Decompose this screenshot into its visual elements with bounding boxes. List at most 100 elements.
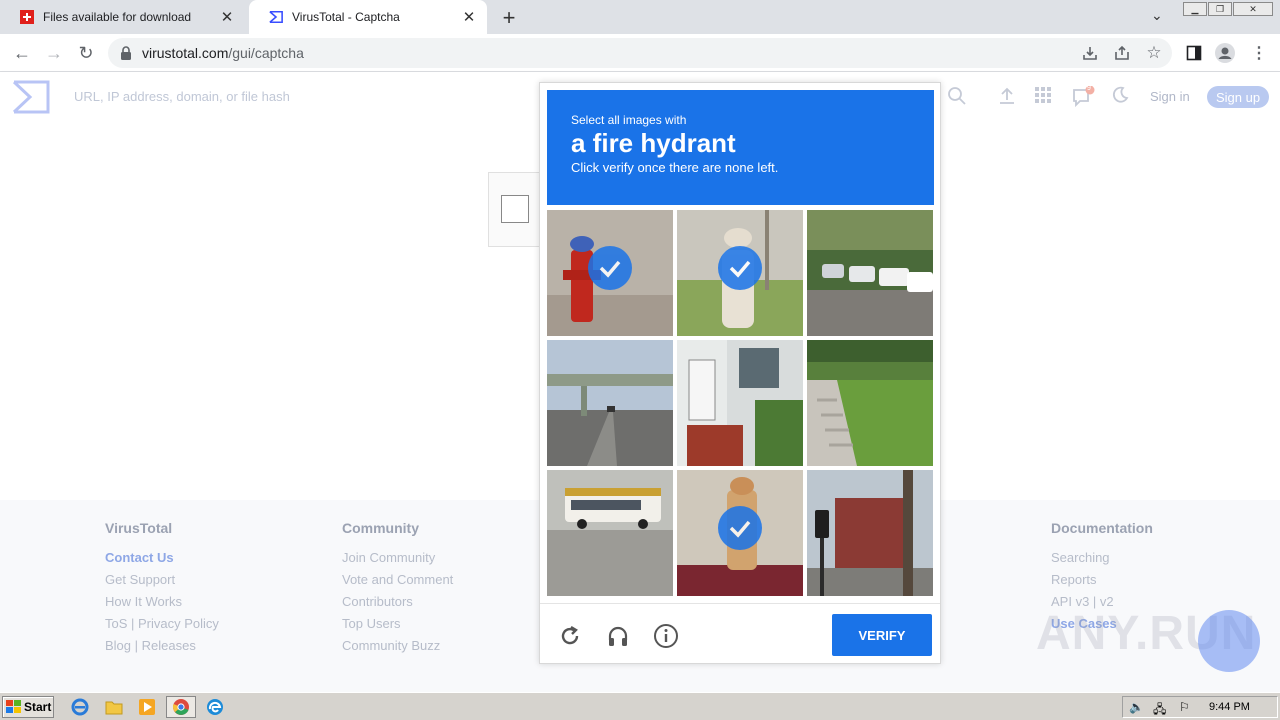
footer-heading: Community <box>342 520 419 536</box>
footer-column-virustotal: VirusTotal Contact Us Get Support How It… <box>105 520 219 660</box>
network-icon[interactable]: 🖧 <box>1153 700 1166 720</box>
footer-link-contributors[interactable]: Contributors <box>342 594 453 616</box>
browser-toolbar: ← → ↻ virustotal.com/gui/captcha ☆ ⋮ <box>0 34 1280 72</box>
url-host: virustotal.com <box>142 45 229 61</box>
footer-link-community-buzz[interactable]: Community Buzz <box>342 638 453 660</box>
footer-column-community: Community Join Community Vote and Commen… <box>342 520 453 660</box>
captcha-tile-3[interactable] <box>807 210 933 336</box>
tile-image <box>547 340 673 466</box>
media-player-icon[interactable] <box>136 697 158 717</box>
footer-heading: VirusTotal <box>105 520 173 536</box>
profile-avatar-icon[interactable] <box>1214 42 1236 64</box>
close-window-button[interactable]: ✕ <box>1233 2 1273 16</box>
share-icon[interactable] <box>1111 42 1133 64</box>
new-tab-button[interactable]: + <box>498 5 520 31</box>
menu-kebab-icon[interactable]: ⋮ <box>1248 42 1270 64</box>
swiss-flag-icon <box>20 10 34 24</box>
tile-image <box>547 470 673 596</box>
dark-mode-moon-icon[interactable] <box>1111 86 1129 109</box>
footer-link-contact-us[interactable]: Contact Us <box>105 550 219 572</box>
captcha-challenge: Select all images with a fire hydrant Cl… <box>539 82 941 664</box>
forward-arrow-icon[interactable]: → <box>42 41 66 65</box>
refresh-icon[interactable] <box>557 623 583 649</box>
apps-grid-icon[interactable] <box>1034 86 1052 109</box>
captcha-prompt: Select all images with a fire hydrant Cl… <box>547 90 934 205</box>
prompt-post: Click verify once there are none left. <box>571 160 779 175</box>
chrome-icon <box>173 699 189 715</box>
captcha-tile-6[interactable] <box>807 340 933 466</box>
edge-icon[interactable] <box>204 697 226 717</box>
footer-link-blog-releases[interactable]: Blog | Releases <box>105 638 219 660</box>
captcha-footer: VERIFY <box>540 603 940 665</box>
action-center-flag-icon[interactable]: ⚐ <box>1179 700 1190 714</box>
virustotal-logo-icon <box>269 10 283 24</box>
prompt-pre: Select all images with <box>571 113 687 127</box>
windows-taskbar: Start 🔈 🖧 ⚐ 9:44 PM <box>0 692 1280 720</box>
captcha-tile-2[interactable] <box>677 210 803 336</box>
verify-button[interactable]: VERIFY <box>832 614 932 656</box>
virustotal-logo-icon[interactable] <box>12 80 50 119</box>
tab-strip: Files available for download ✕ VirusTota… <box>0 0 1280 34</box>
upload-icon[interactable] <box>997 86 1017 111</box>
taskbar-clock: 9:44 PM <box>1209 701 1250 713</box>
file-explorer-folder-icon[interactable] <box>103 697 125 717</box>
tile-image <box>677 340 803 466</box>
footer-link-how-it-works[interactable]: How It Works <box>105 594 219 616</box>
footer-link-join-community[interactable]: Join Community <box>342 550 453 572</box>
address-bar[interactable]: virustotal.com/gui/captcha <box>108 38 1172 68</box>
captcha-tile-7[interactable] <box>547 470 673 596</box>
restore-button[interactable]: ❐ <box>1208 2 1232 16</box>
back-arrow-icon[interactable]: ← <box>10 41 34 65</box>
footer-link-vote-comment[interactable]: Vote and Comment <box>342 572 453 594</box>
sign-in-link[interactable]: Sign in <box>1150 89 1190 104</box>
prompt-target: a fire hydrant <box>571 128 736 158</box>
chrome-taskbar-button[interactable] <box>166 696 196 718</box>
captcha-tile-9[interactable] <box>807 470 933 596</box>
footer-link-top-users[interactable]: Top Users <box>342 616 453 638</box>
tab-close-icon[interactable]: ✕ <box>461 8 477 26</box>
tab-title: Files available for download <box>43 10 192 24</box>
tab-close-icon[interactable]: ✕ <box>219 8 235 26</box>
footer-heading: Documentation <box>1051 520 1153 536</box>
notification-count-badge: 9 <box>1087 85 1091 92</box>
footer-link-tos-privacy[interactable]: ToS | Privacy Policy <box>105 616 219 638</box>
tab-title: VirusTotal - Captcha <box>292 10 400 24</box>
internet-explorer-icon[interactable] <box>69 697 91 717</box>
reload-icon[interactable]: ↻ <box>74 41 98 65</box>
minimize-button[interactable]: ▁ <box>1183 2 1207 16</box>
tab-files-download[interactable]: Files available for download ✕ <box>0 0 245 34</box>
lock-icon <box>120 45 136 61</box>
start-label: Start <box>24 700 52 714</box>
footer-link-get-support[interactable]: Get Support <box>105 572 219 594</box>
audio-headphones-icon[interactable] <box>605 623 631 649</box>
start-button[interactable]: Start <box>2 696 54 718</box>
notifications-chat-icon[interactable]: 9 <box>1072 85 1096 113</box>
selected-check-icon <box>718 506 762 550</box>
captcha-tile-1[interactable] <box>547 210 673 336</box>
selected-check-icon <box>588 246 632 290</box>
captcha-tile-8[interactable] <box>677 470 803 596</box>
search-icon[interactable] <box>947 86 967 111</box>
footer-link-searching[interactable]: Searching <box>1051 550 1153 572</box>
search-input[interactable]: URL, IP address, domain, or file hash <box>74 89 290 104</box>
tab-search-chevron-icon[interactable]: ⌄ <box>1151 7 1163 24</box>
sign-up-button[interactable]: Sign up <box>1207 86 1269 108</box>
info-icon[interactable] <box>653 623 679 649</box>
footer-link-reports[interactable]: Reports <box>1051 572 1153 594</box>
side-panel-icon[interactable] <box>1183 42 1205 64</box>
windows-logo-icon <box>6 700 21 713</box>
tile-image <box>807 340 933 466</box>
hcaptcha-checkbox[interactable] <box>501 195 529 223</box>
tab-virustotal-captcha[interactable]: VirusTotal - Captcha ✕ <box>249 0 487 34</box>
captcha-tile-4[interactable] <box>547 340 673 466</box>
system-tray: 🔈 🖧 ⚐ <box>1122 696 1278 718</box>
captcha-tile-5[interactable] <box>677 340 803 466</box>
url-path: /gui/captcha <box>228 45 304 61</box>
selected-check-icon <box>718 246 762 290</box>
install-app-icon[interactable] <box>1079 42 1101 64</box>
tile-image <box>807 210 933 336</box>
bookmark-star-icon[interactable]: ☆ <box>1143 42 1165 64</box>
anyrun-badge-icon <box>1198 610 1260 672</box>
volume-icon[interactable]: 🔈 <box>1129 700 1144 714</box>
tile-image <box>807 470 933 596</box>
